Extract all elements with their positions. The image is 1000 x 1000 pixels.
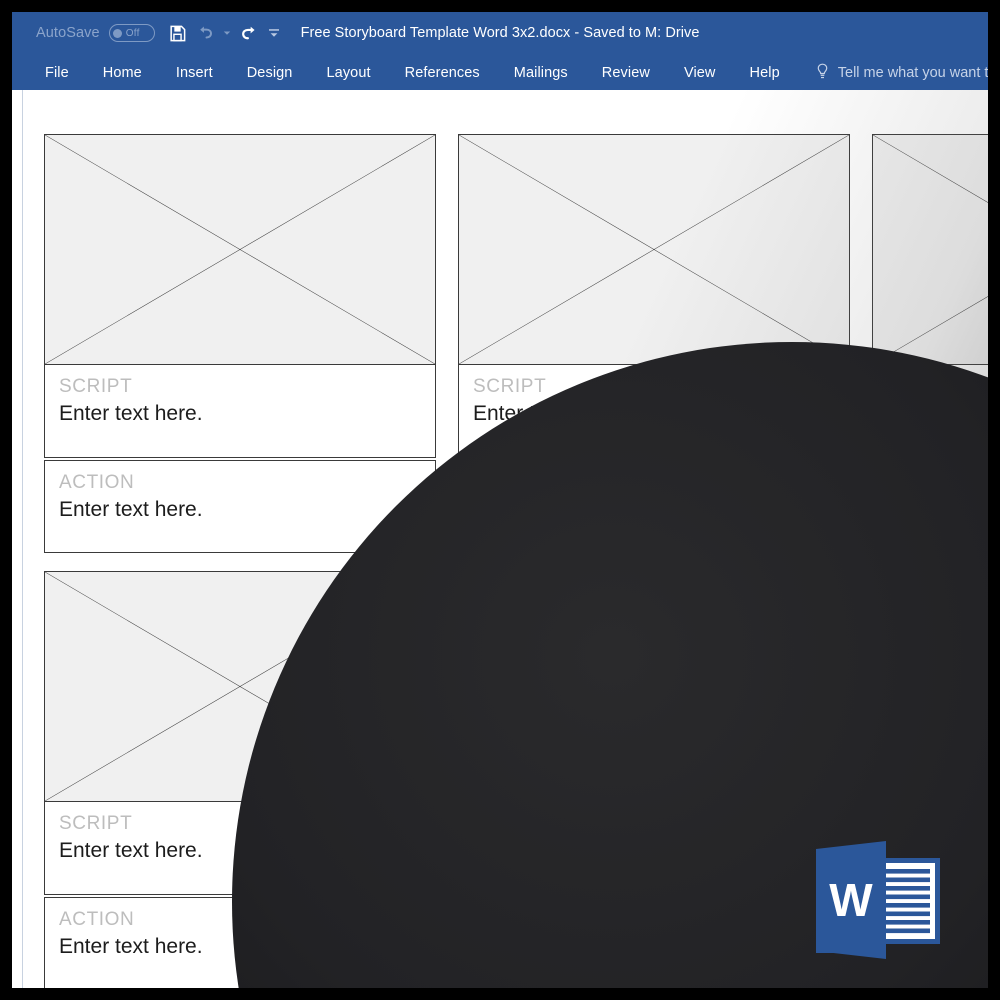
image-placeholder[interactable]: [44, 134, 436, 365]
image-placeholder[interactable]: [458, 134, 850, 365]
script-value[interactable]: Enter text here.: [59, 401, 421, 427]
script-field[interactable]: SCRIPT Enter text here.: [44, 365, 436, 458]
ribbon: Free Storyboard Template Word 3x2.docx -…: [12, 12, 988, 90]
svg-text:W: W: [829, 874, 873, 926]
ribbon-tabs: File Home Insert Design Layout Reference…: [28, 56, 988, 90]
word-logo: W: [814, 836, 946, 964]
tab-help[interactable]: Help: [733, 61, 797, 85]
title-bar: Free Storyboard Template Word 3x2.docx -…: [12, 12, 988, 54]
script-label: SCRIPT: [59, 376, 133, 397]
tell-me-label: Tell me what you want to do: [837, 65, 988, 81]
autosave-toggle[interactable]: Off: [108, 24, 155, 42]
save-icon[interactable]: [168, 21, 187, 45]
autosave-label: AutoSave: [36, 25, 100, 41]
tab-layout[interactable]: Layout: [309, 61, 387, 85]
autosave-state-label: Off: [125, 27, 140, 39]
tab-mailings[interactable]: Mailings: [497, 61, 585, 85]
undo-dropdown-icon[interactable]: [223, 21, 231, 45]
word-window: Free Storyboard Template Word 3x2.docx -…: [12, 12, 988, 988]
quick-access-toolbar: AutoSave Off: [36, 20, 280, 46]
redo-icon[interactable]: [240, 21, 259, 45]
tab-home[interactable]: Home: [86, 61, 159, 85]
action-label: ACTION: [59, 472, 135, 493]
storyboard-cell[interactable]: SCRIPT Enter text here. ACTION Enter tex…: [44, 134, 436, 553]
tab-insert[interactable]: Insert: [159, 61, 230, 85]
tell-me-search[interactable]: Tell me what you want to do: [797, 63, 988, 84]
screenshot-root: Free Storyboard Template Word 3x2.docx -…: [0, 0, 1000, 1000]
tab-references[interactable]: References: [388, 61, 497, 85]
tab-review[interactable]: Review: [585, 61, 667, 85]
image-placeholder[interactable]: [872, 134, 988, 365]
lightbulb-icon: [815, 63, 830, 84]
customize-quick-access-icon[interactable]: [268, 21, 280, 45]
undo-icon[interactable]: [196, 21, 214, 45]
action-value[interactable]: Enter text here.: [59, 497, 421, 523]
tab-file[interactable]: File: [28, 61, 86, 85]
tab-design[interactable]: Design: [230, 61, 310, 85]
autosave-toggle-knob: [112, 28, 122, 38]
tab-view[interactable]: View: [667, 61, 733, 85]
